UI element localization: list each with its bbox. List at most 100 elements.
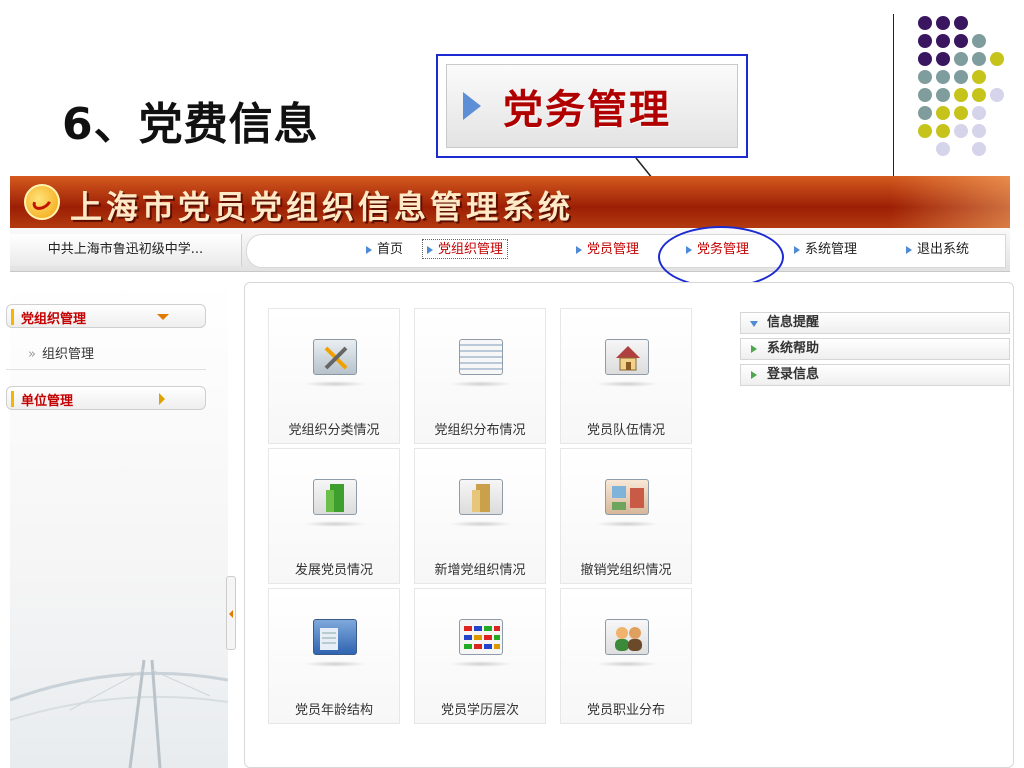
nav-system[interactable]: 系统管理 — [794, 240, 857, 260]
dot — [954, 70, 968, 84]
yellow-folder-icon — [459, 479, 503, 515]
dot — [918, 124, 932, 138]
tile-occupation[interactable]: 党员职业分布 — [560, 588, 692, 724]
divider-line — [893, 14, 894, 182]
dot — [936, 106, 950, 120]
dot — [936, 70, 950, 84]
dot — [990, 52, 1004, 66]
tile-org-category[interactable]: 党组织分类情况 — [268, 308, 400, 444]
tile-label: 党组织分布情况 — [434, 423, 526, 438]
sidebar-group-party-org[interactable]: 党组织管理 — [6, 304, 206, 328]
tile-member-team[interactable]: 党员队伍情况 — [560, 308, 692, 444]
dot — [936, 52, 950, 66]
bridge-illustration — [10, 659, 228, 768]
people-icon — [605, 619, 649, 655]
tile-develop-member[interactable]: 发展党员情况 — [268, 448, 400, 584]
dot — [972, 88, 986, 102]
room-icon — [605, 479, 649, 515]
dot — [972, 142, 986, 156]
nav-member[interactable]: 党员管理 — [576, 240, 639, 260]
house-icon — [605, 339, 649, 375]
play-triangle-icon — [427, 245, 433, 254]
dot — [936, 142, 950, 156]
dot — [972, 34, 986, 48]
nav-logout[interactable]: 退出系统 — [906, 240, 969, 260]
tile-org-distribution[interactable]: 党组织分布情况 — [414, 308, 546, 444]
tile-label: 党组织分类情况 — [288, 423, 380, 438]
chevron-down-icon — [157, 314, 169, 320]
group-marker — [11, 391, 14, 407]
sidebar-group-unit[interactable]: 单位管理 — [6, 386, 206, 410]
play-triangle-icon — [576, 245, 582, 254]
dot — [918, 34, 932, 48]
info-system-help[interactable]: 系统帮助 — [740, 338, 1010, 360]
tools-icon — [313, 339, 357, 375]
green-folder-icon — [313, 479, 357, 515]
tile-label: 发展党员情况 — [294, 563, 373, 578]
tile-label: 党员队伍情况 — [586, 423, 665, 438]
dot — [972, 124, 986, 138]
callout-text: 党务管理 — [503, 87, 671, 133]
tile-revoke-org[interactable]: 撤销党组织情况 — [560, 448, 692, 584]
dot — [954, 106, 968, 120]
play-triangle-icon — [906, 245, 912, 254]
decorative-dots — [906, 14, 1016, 174]
callout-box: 党务管理 — [436, 54, 748, 158]
tile-label: 党员职业分布 — [586, 703, 665, 718]
sidebar-item-org-management[interactable]: » 组织管理 — [6, 340, 206, 370]
dot — [990, 88, 1004, 102]
dot — [918, 88, 932, 102]
tile-new-org[interactable]: 新增党组织情况 — [414, 448, 546, 584]
party-emblem-icon — [24, 184, 60, 220]
dot — [954, 52, 968, 66]
dot — [936, 16, 950, 30]
dot — [936, 88, 950, 102]
group-marker — [11, 309, 14, 325]
tile-label: 党员年龄结构 — [294, 703, 373, 718]
blue-screen-icon — [313, 619, 357, 655]
dot — [918, 16, 932, 30]
dot — [954, 124, 968, 138]
chevron-right-icon — [751, 345, 757, 353]
dot — [954, 16, 968, 30]
play-triangle-icon — [366, 245, 372, 254]
nav-party-org[interactable]: 党组织管理 — [422, 239, 509, 259]
dot — [936, 124, 950, 138]
dot — [972, 52, 986, 66]
document-list-icon — [459, 339, 503, 375]
play-triangle-icon — [463, 92, 481, 120]
highlight-ellipse — [658, 226, 784, 288]
dot — [918, 106, 932, 120]
dot — [936, 34, 950, 48]
nav-home[interactable]: 首页 — [366, 240, 403, 260]
info-login[interactable]: 登录信息 — [740, 364, 1010, 386]
info-panel: 信息提醒 系统帮助 登录信息 — [740, 312, 1010, 390]
app-header: 上海市党员党组织信息管理系统 — [10, 176, 1010, 228]
chevron-right-icon — [751, 371, 757, 379]
tile-label: 党员学历层次 — [440, 703, 519, 718]
tile-age-structure[interactable]: 党员年龄结构 — [268, 588, 400, 724]
dot — [918, 52, 932, 66]
info-reminder[interactable]: 信息提醒 — [740, 312, 1010, 334]
chevron-right-icon — [159, 393, 165, 405]
org-name: 中共上海市鲁迅初级中学... — [10, 234, 242, 266]
dot — [972, 70, 986, 84]
tile-label: 撤销党组织情况 — [580, 563, 672, 578]
callout-button-image: 党务管理 — [446, 64, 738, 148]
chevron-left-icon — [229, 610, 233, 618]
header-decoration — [890, 176, 1010, 228]
play-triangle-icon — [794, 245, 800, 254]
app-title: 上海市党员党组织信息管理系统 — [70, 188, 575, 226]
dot — [972, 106, 986, 120]
slide: 6、党费信息 党务管理 上海市党员党组织信息管理系统 中共上海市鲁迅初级中学..… — [0, 0, 1024, 768]
sidebar-collapse-handle[interactable] — [226, 576, 236, 650]
dot — [918, 70, 932, 84]
dot — [954, 34, 968, 48]
nav-bar: 中共上海市鲁迅初级中学... 首页 党组织管理 党员管理 党务管理 系统管理 退… — [10, 228, 1010, 272]
dot — [954, 88, 968, 102]
tile-education-level[interactable]: 党员学历层次 — [414, 588, 546, 724]
flags-icon — [459, 619, 503, 655]
chevron-down-icon — [750, 321, 758, 327]
tile-label: 新增党组织情况 — [434, 563, 526, 578]
slide-title: 6、党费信息 — [62, 99, 319, 150]
